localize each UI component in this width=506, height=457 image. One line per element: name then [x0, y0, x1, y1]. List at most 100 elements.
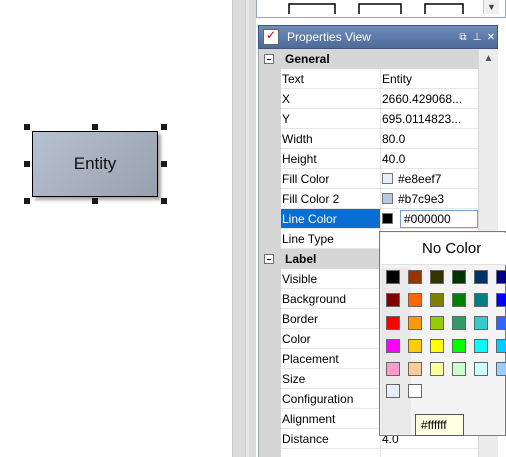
pin-icon[interactable]: ⊥: [471, 32, 483, 43]
line-color-swatch[interactable]: [382, 213, 393, 224]
property-value[interactable]: [380, 449, 479, 457]
color-cell[interactable]: [496, 270, 506, 284]
row-gutter: [259, 189, 281, 209]
color-cell[interactable]: [452, 362, 466, 376]
resize-handle-s[interactable]: [92, 198, 98, 204]
property-name: Color: [281, 329, 380, 349]
property-name: Text: [281, 69, 380, 89]
property-row[interactable]: [259, 449, 479, 457]
chevron-up-icon[interactable]: ▲: [479, 53, 498, 64]
color-cell[interactable]: [386, 362, 400, 376]
fill-color-value: #e8eef7: [398, 172, 442, 186]
color-cell[interactable]: [452, 270, 466, 284]
resize-handle-n[interactable]: [92, 124, 98, 130]
property-name: Distance: [281, 429, 380, 449]
row-gutter: [259, 449, 281, 457]
property-row[interactable]: Text Entity: [259, 69, 479, 89]
outline-preview: [288, 3, 464, 14]
property-name: Background: [281, 289, 380, 309]
color-cell[interactable]: [430, 316, 444, 330]
color-cell[interactable]: [474, 293, 488, 307]
color-cell[interactable]: [430, 270, 444, 284]
panel-splitter[interactable]: [232, 0, 256, 457]
diagram-canvas[interactable]: Entity: [0, 0, 232, 457]
color-cell[interactable]: [474, 339, 488, 353]
color-cell[interactable]: [474, 270, 488, 284]
recent-color-cell[interactable]: [386, 384, 400, 398]
color-cell[interactable]: [496, 293, 506, 307]
color-cell[interactable]: [408, 316, 422, 330]
row-gutter: [259, 109, 281, 129]
color-cell[interactable]: [386, 339, 400, 353]
section-gutter: [259, 249, 281, 269]
property-value[interactable]: 695.0114823...: [380, 109, 479, 129]
property-row[interactable]: X 2660.429068...: [259, 89, 479, 109]
property-row[interactable]: Width 80.0: [259, 129, 479, 149]
property-value[interactable]: #b7c9e3: [380, 189, 479, 209]
row-gutter: [259, 129, 281, 149]
resize-handle-w[interactable]: [24, 161, 30, 167]
resize-handle-e[interactable]: [161, 161, 167, 167]
resize-handle-nw[interactable]: [24, 124, 30, 130]
collapse-icon[interactable]: [264, 254, 274, 264]
property-row-selected[interactable]: Line Color #000000: [259, 209, 479, 229]
section-gutter: [259, 49, 281, 69]
color-cell[interactable]: [452, 293, 466, 307]
recent-color-cell[interactable]: [408, 384, 422, 398]
property-value[interactable]: 2660.429068...: [380, 89, 479, 109]
property-value[interactable]: #e8eef7: [380, 169, 479, 189]
color-cell[interactable]: [452, 339, 466, 353]
color-cell[interactable]: [408, 362, 422, 376]
color-cell[interactable]: [408, 339, 422, 353]
fill-color-2-value: #b7c9e3: [398, 192, 445, 206]
row-gutter: [259, 369, 281, 389]
color-cell[interactable]: [496, 362, 506, 376]
property-name: Placement: [281, 349, 380, 369]
property-row[interactable]: Y 695.0114823...: [259, 109, 479, 129]
properties-view-title: Properties View: [287, 30, 371, 44]
color-cell[interactable]: [474, 362, 488, 376]
resize-handle-se[interactable]: [161, 198, 167, 204]
no-color-option[interactable]: No Color: [381, 233, 506, 265]
property-value[interactable]: 80.0: [380, 129, 479, 149]
restore-icon[interactable]: ⧉: [457, 32, 469, 43]
color-cell[interactable]: [474, 316, 488, 330]
line-color-input[interactable]: #000000: [400, 210, 478, 228]
property-value[interactable]: Entity: [380, 69, 479, 89]
property-name: Line Color: [281, 209, 380, 229]
color-tooltip: #ffffff: [415, 414, 464, 436]
collapse-icon[interactable]: [264, 54, 274, 64]
property-name: Height: [281, 149, 380, 169]
color-cell[interactable]: [430, 293, 444, 307]
row-gutter: [259, 89, 281, 109]
property-row[interactable]: Fill Color #e8eef7: [259, 169, 479, 189]
resize-handle-sw[interactable]: [24, 198, 30, 204]
color-cell[interactable]: [452, 316, 466, 330]
color-cell[interactable]: [408, 293, 422, 307]
property-name: Size: [281, 369, 380, 389]
section-general[interactable]: General: [259, 49, 479, 69]
color-cell[interactable]: [430, 339, 444, 353]
property-name: Line Type: [281, 229, 380, 249]
color-cell[interactable]: [430, 362, 444, 376]
color-cell[interactable]: [496, 316, 506, 330]
entity-shape[interactable]: Entity: [32, 131, 158, 197]
property-value[interactable]: 40.0: [380, 149, 479, 169]
resize-handle-ne[interactable]: [161, 124, 167, 130]
color-cell[interactable]: [386, 270, 400, 284]
color-cell[interactable]: [496, 339, 506, 353]
color-cell[interactable]: [386, 293, 400, 307]
close-icon[interactable]: ✕: [485, 32, 497, 43]
chevron-down-icon[interactable]: ▼: [483, 0, 499, 14]
property-name: X: [281, 89, 380, 109]
color-cell[interactable]: [408, 270, 422, 284]
properties-view-titlebar[interactable]: Properties View ⧉ ⊥ ✕: [258, 25, 498, 49]
row-gutter: [259, 269, 281, 289]
property-value[interactable]: #000000: [380, 209, 479, 229]
property-name: Fill Color: [281, 169, 380, 189]
splitter-edge: [245, 0, 249, 457]
color-cell[interactable]: [386, 316, 400, 330]
outline-panel: ▼: [256, 0, 506, 18]
property-row[interactable]: Fill Color 2 #b7c9e3: [259, 189, 479, 209]
property-row[interactable]: Height 40.0: [259, 149, 479, 169]
